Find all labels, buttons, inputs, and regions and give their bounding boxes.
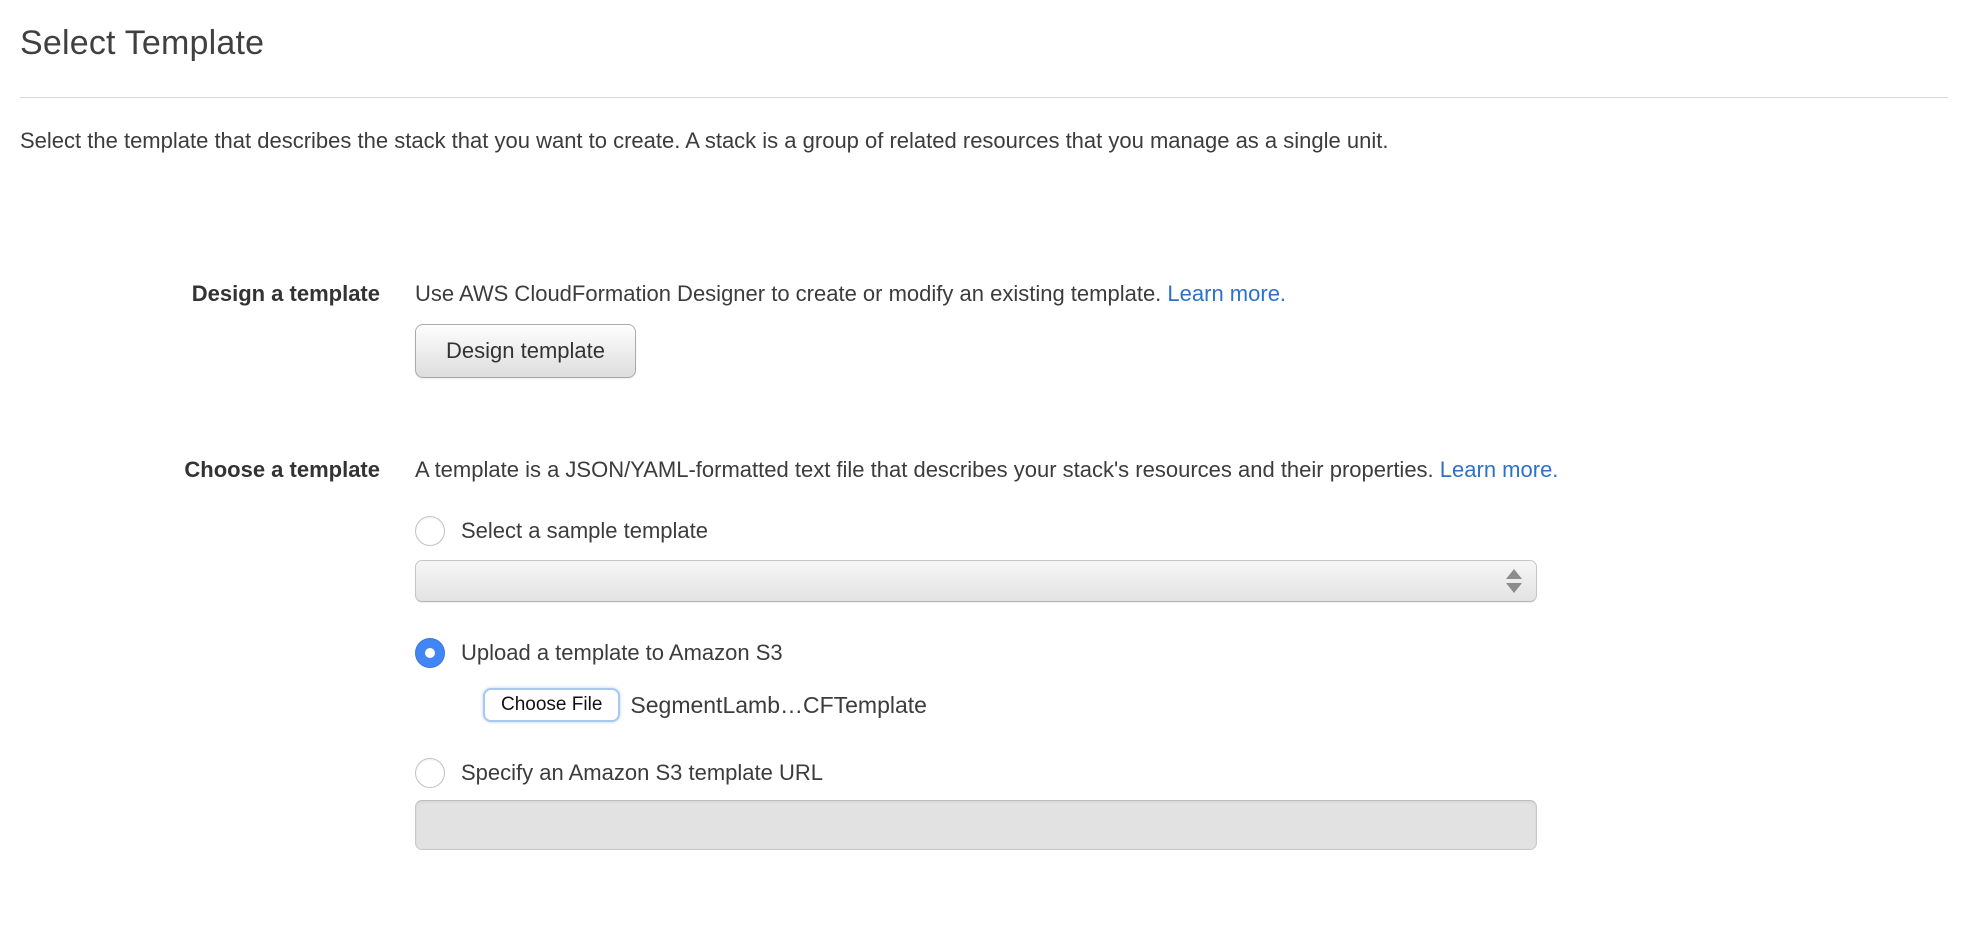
select-template-page: Select Template Select the template that… <box>0 0 1968 850</box>
s3-template-url-input[interactable] <box>415 800 1537 850</box>
radio-button-sample[interactable] <box>415 516 445 546</box>
uploaded-file-name: SegmentLamb…CFTemplate <box>630 692 927 719</box>
choose-template-label: Choose a template <box>20 456 380 484</box>
radio-option-s3-url[interactable]: Specify an Amazon S3 template URL <box>415 758 1948 788</box>
design-template-label: Design a template <box>20 280 380 308</box>
file-upload-row: Choose File SegmentLamb…CFTemplate <box>483 688 1948 722</box>
radio-label-sample[interactable]: Select a sample template <box>461 518 708 544</box>
design-learn-more-link[interactable]: Learn more. <box>1167 281 1286 306</box>
template-form: Design a template Use AWS CloudFormation… <box>20 280 1948 850</box>
dropdown-stepper-icon <box>1506 569 1522 593</box>
sample-template-dropdown[interactable] <box>415 560 1537 602</box>
choose-learn-more-link[interactable]: Learn more. <box>1440 457 1559 482</box>
radio-button-url[interactable] <box>415 758 445 788</box>
arrow-up-icon <box>1506 569 1522 579</box>
radio-label-upload[interactable]: Upload a template to Amazon S3 <box>461 640 783 666</box>
choose-file-button[interactable]: Choose File <box>483 688 620 722</box>
choose-template-description: A template is a JSON/YAML-formatted text… <box>415 456 1948 484</box>
choose-template-row: Choose a template A template is a JSON/Y… <box>20 456 1948 850</box>
design-template-description: Use AWS CloudFormation Designer to creat… <box>415 280 1948 308</box>
radio-option-sample-template[interactable]: Select a sample template <box>415 516 1948 546</box>
page-description: Select the template that describes the s… <box>20 128 1948 154</box>
radio-option-upload-s3[interactable]: Upload a template to Amazon S3 <box>415 638 1948 668</box>
design-template-button[interactable]: Design template <box>415 324 636 378</box>
title-divider <box>20 97 1948 98</box>
arrow-down-icon <box>1506 583 1522 593</box>
page-title: Select Template <box>20 24 1948 63</box>
radio-label-url[interactable]: Specify an Amazon S3 template URL <box>461 760 823 786</box>
design-template-row: Design a template Use AWS CloudFormation… <box>20 280 1948 378</box>
radio-button-upload[interactable] <box>415 638 445 668</box>
